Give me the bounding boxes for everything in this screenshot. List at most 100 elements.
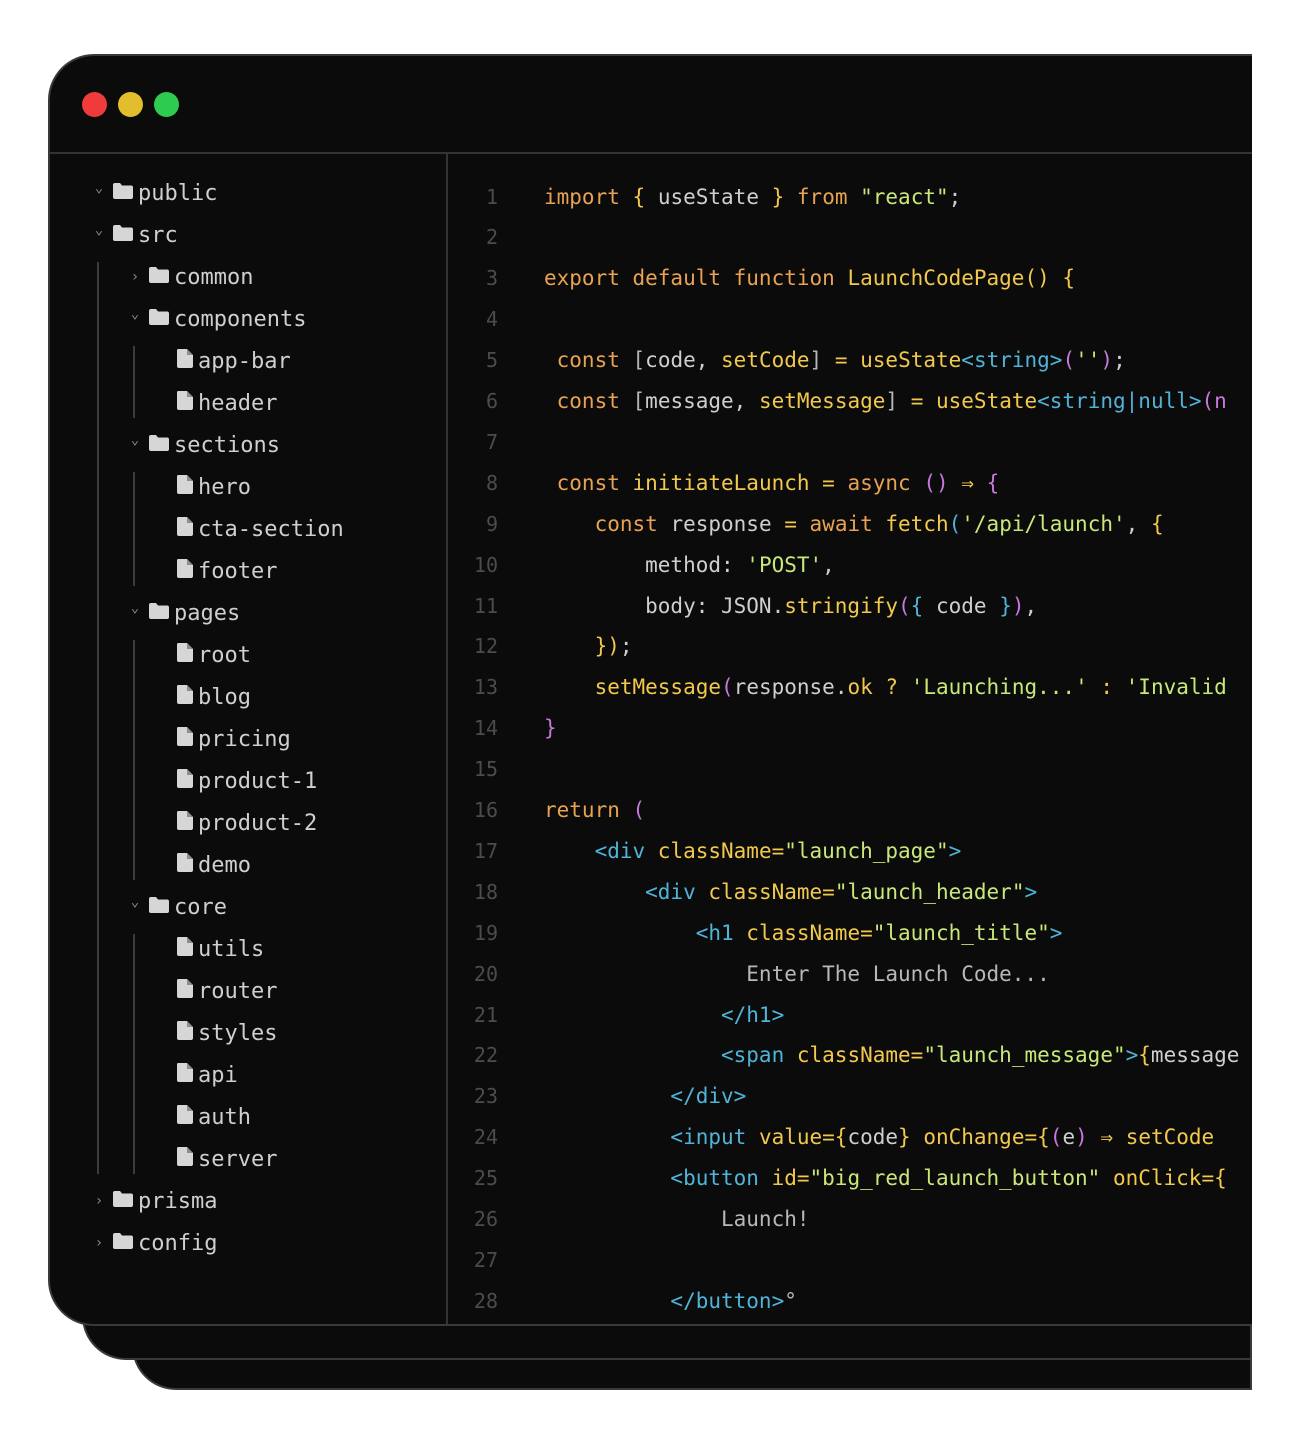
code-token: useState <box>936 389 1038 413</box>
folder-icon <box>148 307 170 332</box>
maximize-button[interactable] <box>154 92 179 117</box>
code-line: 20 Enter The Launch Code... <box>448 953 1252 994</box>
code-token: ( <box>1049 1125 1063 1150</box>
line-number: 7 <box>485 429 498 454</box>
code-text: const [code, setCode] = useState<string>… <box>544 348 1126 372</box>
folder-item-pages[interactable]: ⌄ pages <box>126 592 240 634</box>
file-icon <box>176 516 194 543</box>
chevron-down-icon[interactable]: ⌄ <box>90 222 108 238</box>
folder-item-components[interactable]: ⌄ components <box>126 298 307 340</box>
line-number: 11 <box>473 593 498 618</box>
chevron-down-icon[interactable]: ⌄ <box>126 894 144 910</box>
folder-item-public[interactable]: ⌄ public <box>90 172 218 214</box>
file-item-utils[interactable]: utils <box>176 928 264 970</box>
code-token: setCode <box>1125 1125 1215 1150</box>
code-token: import <box>544 184 633 209</box>
folder-item-config[interactable]: › config <box>90 1222 218 1264</box>
file-item-product-2[interactable]: product-2 <box>176 802 317 844</box>
chevron-right-icon[interactable]: › <box>126 269 144 285</box>
code-token: </button> <box>544 1288 785 1313</box>
line-number: 27 <box>473 1247 498 1272</box>
code-token: ⇒ <box>1100 1125 1126 1150</box>
indent-guide <box>133 640 135 880</box>
folder-item-sections[interactable]: ⌄ sections <box>126 424 280 466</box>
code-editor[interactable]: 1 import { useState } from "react"; 2 3 expo… <box>448 154 1252 1324</box>
chevron-right-icon[interactable]: › <box>90 1193 108 1209</box>
code-token: ] <box>885 389 899 413</box>
file-item-demo[interactable]: demo <box>176 844 251 886</box>
chevron-right-icon[interactable]: › <box>90 1235 108 1251</box>
file-item-footer[interactable]: footer <box>176 550 277 592</box>
chevron-down-icon[interactable]: ⌄ <box>126 432 144 448</box>
code-text: setMessage(response.ok ? 'Launching...' … <box>544 675 1227 699</box>
chevron-down-icon[interactable]: ⌄ <box>126 306 144 322</box>
code-token: ( <box>948 511 962 536</box>
code-line: 11 body: JSON.stringify({ code }), <box>448 585 1252 626</box>
file-icon <box>176 474 194 501</box>
chevron-down-icon[interactable]: ⌄ <box>90 180 108 196</box>
editor-window: ⌄ public ⌄ src › common ⌄ components app-bar head… <box>48 54 1252 1326</box>
file-item-server[interactable]: server <box>176 1138 277 1180</box>
code-line: 18 <div className="launch_header"> <box>448 871 1252 912</box>
file-item-api[interactable]: api <box>176 1054 238 1096</box>
code-token: > <box>1024 879 1038 904</box>
code-text: }); <box>544 634 633 658</box>
code-token: ; <box>1113 348 1126 373</box>
folder-item-src[interactable]: ⌄ src <box>90 214 178 256</box>
file-item-root[interactable]: root <box>176 634 251 676</box>
line-number: 10 <box>473 552 498 577</box>
code-text: </button>° <box>544 1288 797 1313</box>
folder-item-prisma[interactable]: › prisma <box>90 1180 218 1222</box>
folder-icon <box>148 601 170 626</box>
code-token: { <box>1214 1166 1227 1191</box>
code-text: return ( <box>544 798 645 822</box>
chevron-down-icon[interactable]: ⌄ <box>126 600 144 616</box>
file-item-app-bar[interactable]: app-bar <box>176 340 291 382</box>
code-token: message <box>1150 1043 1240 1068</box>
file-icon <box>176 726 194 753</box>
code-token: ( <box>898 593 911 618</box>
line-number: 18 <box>473 879 498 904</box>
code-token: from <box>796 184 861 209</box>
code-token: body: JSON. <box>544 593 785 618</box>
file-item-product-1[interactable]: product-1 <box>176 760 317 802</box>
tree-item-label: common <box>174 264 254 290</box>
code-line: 1 import { useState } from "react"; <box>448 176 1252 217</box>
code-line: 25 <button id="big_red_launch_button" on… <box>448 1158 1252 1199</box>
code-token: ° <box>784 1288 797 1313</box>
code-token: className= <box>708 879 835 904</box>
file-item-router[interactable]: router <box>176 970 277 1012</box>
file-item-pricing[interactable]: pricing <box>176 718 291 760</box>
file-item-auth[interactable]: auth <box>176 1096 251 1138</box>
code-token: useState <box>860 348 962 373</box>
folder-item-core[interactable]: ⌄ core <box>126 886 227 928</box>
file-item-header[interactable]: header <box>176 382 277 424</box>
code-text: <h1 className="launch_title"> <box>544 921 1063 945</box>
file-item-hero[interactable]: hero <box>176 466 251 508</box>
code-text: Enter The Launch Code... <box>544 962 1049 986</box>
code-token: const <box>544 511 671 536</box>
folder-item-common[interactable]: › common <box>126 256 254 298</box>
file-item-cta-section[interactable]: cta-section <box>176 508 344 550</box>
tree-item-label: product-1 <box>198 768 318 794</box>
code-text: <div className="launch_page"> <box>544 839 962 863</box>
code-token: setCode <box>721 348 810 373</box>
code-token: { <box>986 470 1000 495</box>
line-number: 8 <box>485 470 498 495</box>
folder-icon <box>112 181 134 206</box>
minimize-button[interactable] <box>118 92 143 117</box>
code-text: import { useState } from "react"; <box>544 185 961 209</box>
file-item-blog[interactable]: blog <box>176 676 251 718</box>
code-line: 23 </div> <box>448 1076 1252 1117</box>
code-token: Launch! <box>544 1207 810 1231</box>
code-token: } <box>999 593 1012 618</box>
code-token: code <box>935 593 1000 618</box>
file-item-styles[interactable]: styles <box>176 1012 277 1054</box>
title-bar <box>50 56 1252 154</box>
tree-item-label: core <box>174 894 227 920</box>
close-button[interactable] <box>82 92 107 117</box>
code-token: } <box>544 716 557 741</box>
code-token: const <box>544 348 633 373</box>
file-icon <box>176 1062 194 1089</box>
folder-icon <box>148 433 170 458</box>
